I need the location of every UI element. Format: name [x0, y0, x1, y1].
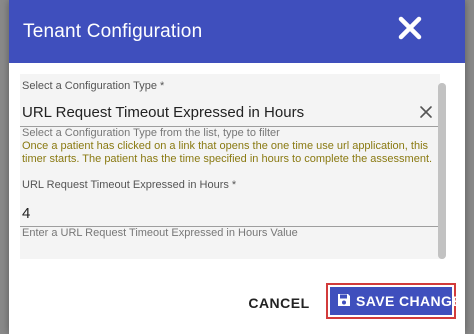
timeout-helper: Enter a URL Request Timeout Expressed in… [22, 227, 298, 239]
close-button[interactable] [395, 13, 425, 43]
tenant-configuration-dialog: Tenant Configuration Select a Configurat… [9, 0, 465, 334]
clear-x-icon [420, 106, 432, 118]
dialog-actions: CANCEL SAVE CHANGES [9, 268, 465, 334]
scrollbar-thumb[interactable] [438, 83, 446, 259]
timeout-input[interactable]: 4 [22, 205, 30, 222]
clear-selection-button[interactable] [418, 104, 434, 120]
save-button-highlight: SAVE CHANGES [326, 283, 465, 319]
dialog-content: Select a Configuration Type * URL Reques… [9, 63, 465, 268]
save-changes-label: SAVE CHANGES [356, 293, 465, 309]
config-type-label: Select a Configuration Type * [22, 80, 165, 92]
floppy-disk-icon [338, 294, 350, 306]
close-icon [398, 16, 422, 40]
timeout-label: URL Request Timeout Expressed in Hours * [22, 179, 237, 191]
dialog-header: Tenant Configuration [9, 0, 465, 63]
save-changes-button[interactable]: SAVE CHANGES [330, 287, 465, 315]
config-type-helper: Select a Configuration Type from the lis… [22, 127, 280, 139]
dialog-title: Tenant Configuration [23, 21, 203, 42]
config-type-select[interactable]: URL Request Timeout Expressed in Hours [22, 104, 304, 121]
cancel-button[interactable]: CANCEL [247, 290, 311, 316]
config-type-description: Once a patient has clicked on a link tha… [22, 140, 433, 165]
content-scrollbar[interactable] [438, 83, 446, 259]
form-panel: Select a Configuration Type * URL Reques… [20, 74, 440, 259]
